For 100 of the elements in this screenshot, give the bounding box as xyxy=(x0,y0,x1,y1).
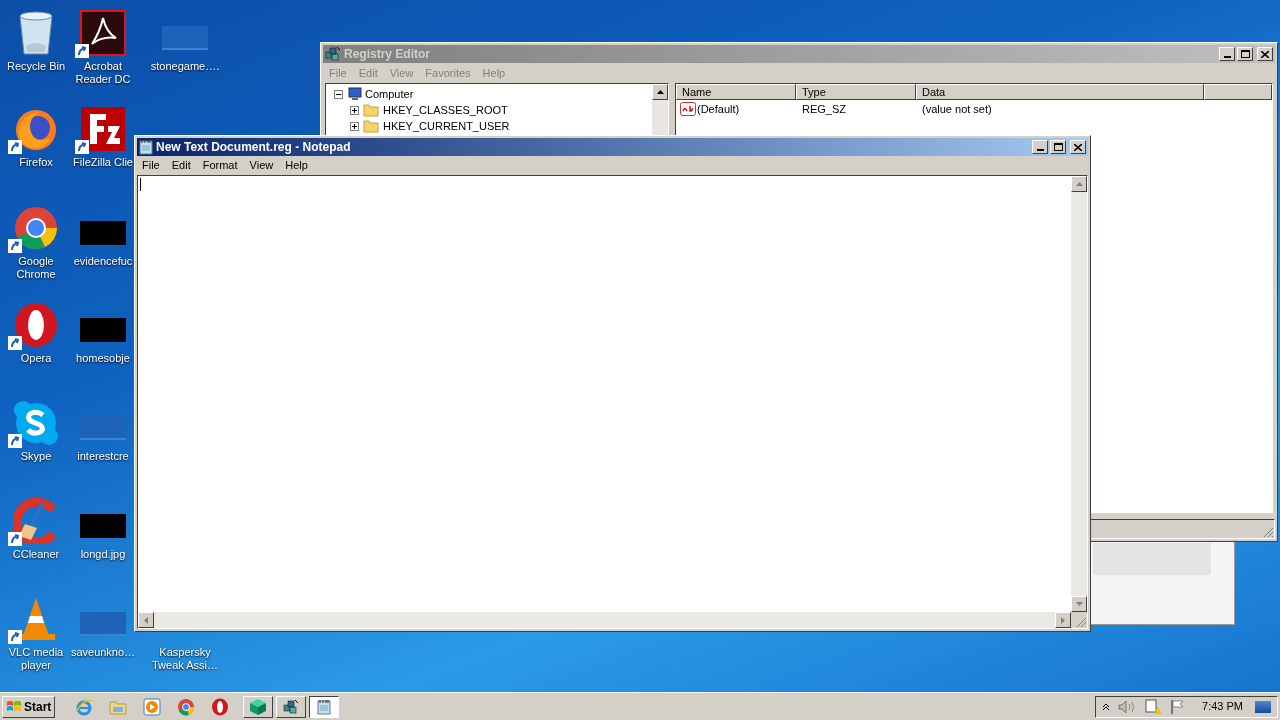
horizontal-scrollbar[interactable] xyxy=(138,612,1071,628)
desktop-icon-label[interactable]: Opera xyxy=(20,352,52,365)
shortcut-arrow-icon xyxy=(8,532,22,546)
scroll-down-icon xyxy=(1075,602,1083,606)
folder-icon xyxy=(109,698,128,715)
quick-launch-button[interactable] xyxy=(141,695,164,718)
minimize-button[interactable] xyxy=(1032,140,1048,154)
notepad-icon xyxy=(139,139,153,155)
maximize-button[interactable] xyxy=(1237,47,1253,61)
opera-logo-icon xyxy=(211,697,230,716)
skype-logo-icon xyxy=(13,400,59,446)
tree-item[interactable]: Computer xyxy=(365,85,414,103)
minimize-icon xyxy=(1223,56,1231,58)
maximize-button[interactable] xyxy=(1050,140,1066,154)
dark-thumbnail-icon xyxy=(80,221,126,245)
flag-icon[interactable] xyxy=(1170,698,1185,715)
computer-icon xyxy=(346,87,362,101)
thumbnail-icon xyxy=(162,26,208,50)
task-button[interactable] xyxy=(309,695,340,718)
desktop-icon-label[interactable]: Skype xyxy=(20,450,52,463)
menu-item[interactable]: Help xyxy=(285,157,308,174)
column-header[interactable]: Name xyxy=(676,84,796,100)
broom-c-icon xyxy=(13,498,59,544)
expand-toggle-icon[interactable] xyxy=(350,121,359,131)
desktop-icon-label[interactable]: saveunkno… xyxy=(70,646,136,659)
thumbnail-icon xyxy=(80,612,126,636)
close-icon xyxy=(1261,50,1269,58)
shortcut-arrow-icon xyxy=(8,239,22,253)
table-cell-text: (Default) xyxy=(697,101,740,117)
registry-cubes-icon xyxy=(283,698,300,715)
folder-icon xyxy=(363,103,379,117)
network-warning-icon[interactable] xyxy=(1144,698,1163,715)
shortcut-arrow-icon xyxy=(8,434,22,448)
minimize-icon xyxy=(1036,149,1044,151)
column-header[interactable]: Type xyxy=(796,84,916,100)
thumbnail-icon xyxy=(80,416,126,440)
desktop-icon-label[interactable]: VLC media player xyxy=(3,646,69,672)
maximize-icon xyxy=(1053,143,1063,151)
e-logo-icon xyxy=(75,697,94,716)
desktop-icon-label[interactable]: stonegame…. xyxy=(150,60,220,73)
vertical-scrollbar[interactable] xyxy=(1071,176,1087,612)
chrome-logo-icon xyxy=(177,697,196,716)
window-title: New Text Document.reg - Notepad xyxy=(156,141,352,153)
column-header[interactable]: Data xyxy=(916,84,1204,100)
opera-logo-icon xyxy=(13,302,59,348)
clock[interactable]: 7:43 PM xyxy=(1202,698,1243,715)
maximize-icon xyxy=(1240,50,1250,58)
desktop-icon-label[interactable]: CCleaner xyxy=(12,548,60,561)
shortcut-arrow-icon xyxy=(8,630,22,644)
desktop-icon-label[interactable]: Google Chrome xyxy=(3,255,69,281)
resize-grip-icon[interactable] xyxy=(1262,526,1274,538)
dark-thumbnail-icon xyxy=(80,514,126,538)
minimize-button[interactable] xyxy=(1219,47,1235,61)
menu-item[interactable]: Edit xyxy=(171,157,191,174)
windows-flag-icon xyxy=(6,699,22,714)
registry-cubes-icon xyxy=(325,46,341,62)
table-cell-text: (value not set) xyxy=(921,101,992,117)
resize-grip-icon[interactable] xyxy=(1075,616,1087,628)
string-value-icon xyxy=(680,102,696,116)
chrome-logo-icon xyxy=(13,205,59,251)
desktop-icon-label[interactable]: Firefox xyxy=(19,156,53,169)
desktop-icon-label[interactable]: Recycle Bin xyxy=(6,60,66,73)
collapse-toggle-icon[interactable] xyxy=(334,89,343,99)
scroll-up-icon xyxy=(1075,182,1083,186)
expand-toggle-icon[interactable] xyxy=(350,105,359,115)
notepad-icon xyxy=(317,698,332,715)
desktop-icon-label[interactable]: longd.jpg xyxy=(80,548,126,561)
close-button[interactable] xyxy=(1070,140,1086,154)
desktop-icon-label[interactable]: FileZilla Clie xyxy=(73,156,133,169)
scroll-right-icon xyxy=(1061,616,1065,624)
shortcut-arrow-icon xyxy=(8,336,22,350)
shortcut-arrow-icon xyxy=(75,44,89,58)
text-caret xyxy=(140,178,141,191)
menu-item[interactable]: File xyxy=(142,157,160,174)
menu-item[interactable]: View xyxy=(249,157,274,174)
speaker-icon[interactable] xyxy=(1118,699,1137,714)
desktop-icon-label[interactable]: evidencefuc xyxy=(73,255,133,268)
desktop-icon-label[interactable]: interestcre xyxy=(77,450,129,463)
shortcut-arrow-icon xyxy=(8,140,22,154)
menu-item[interactable]: Format xyxy=(202,157,238,174)
desktop-icon-label[interactable]: Kaspersky Tweak Assi… xyxy=(147,646,223,672)
chevron-up-icon[interactable] xyxy=(1102,702,1111,711)
play-icon xyxy=(143,697,162,716)
shortcut-arrow-icon xyxy=(75,140,89,154)
show-desktop-button[interactable] xyxy=(1255,700,1271,713)
cube-icon xyxy=(249,697,268,716)
scroll-up-icon xyxy=(656,90,664,94)
desktop-icon-label[interactable]: homesobje xyxy=(76,352,130,365)
acrobat-logo-icon xyxy=(80,10,126,56)
tree-item[interactable]: HKEY_CLASSES_ROOT xyxy=(383,101,508,119)
window-title: Registry Editor xyxy=(344,48,431,60)
close-button[interactable] xyxy=(1257,47,1273,61)
start-button[interactable]: Start xyxy=(2,695,56,718)
desktop-icon-label[interactable]: Acrobat Reader DC xyxy=(72,60,134,86)
table-cell-text: REG_SZ xyxy=(801,101,847,117)
filezilla-logo-icon xyxy=(80,106,126,152)
tree-item[interactable]: HKEY_CURRENT_USER xyxy=(383,117,510,135)
recycle-bin-icon xyxy=(16,10,56,56)
close-icon xyxy=(1074,143,1082,151)
scroll-left-icon xyxy=(144,616,148,624)
